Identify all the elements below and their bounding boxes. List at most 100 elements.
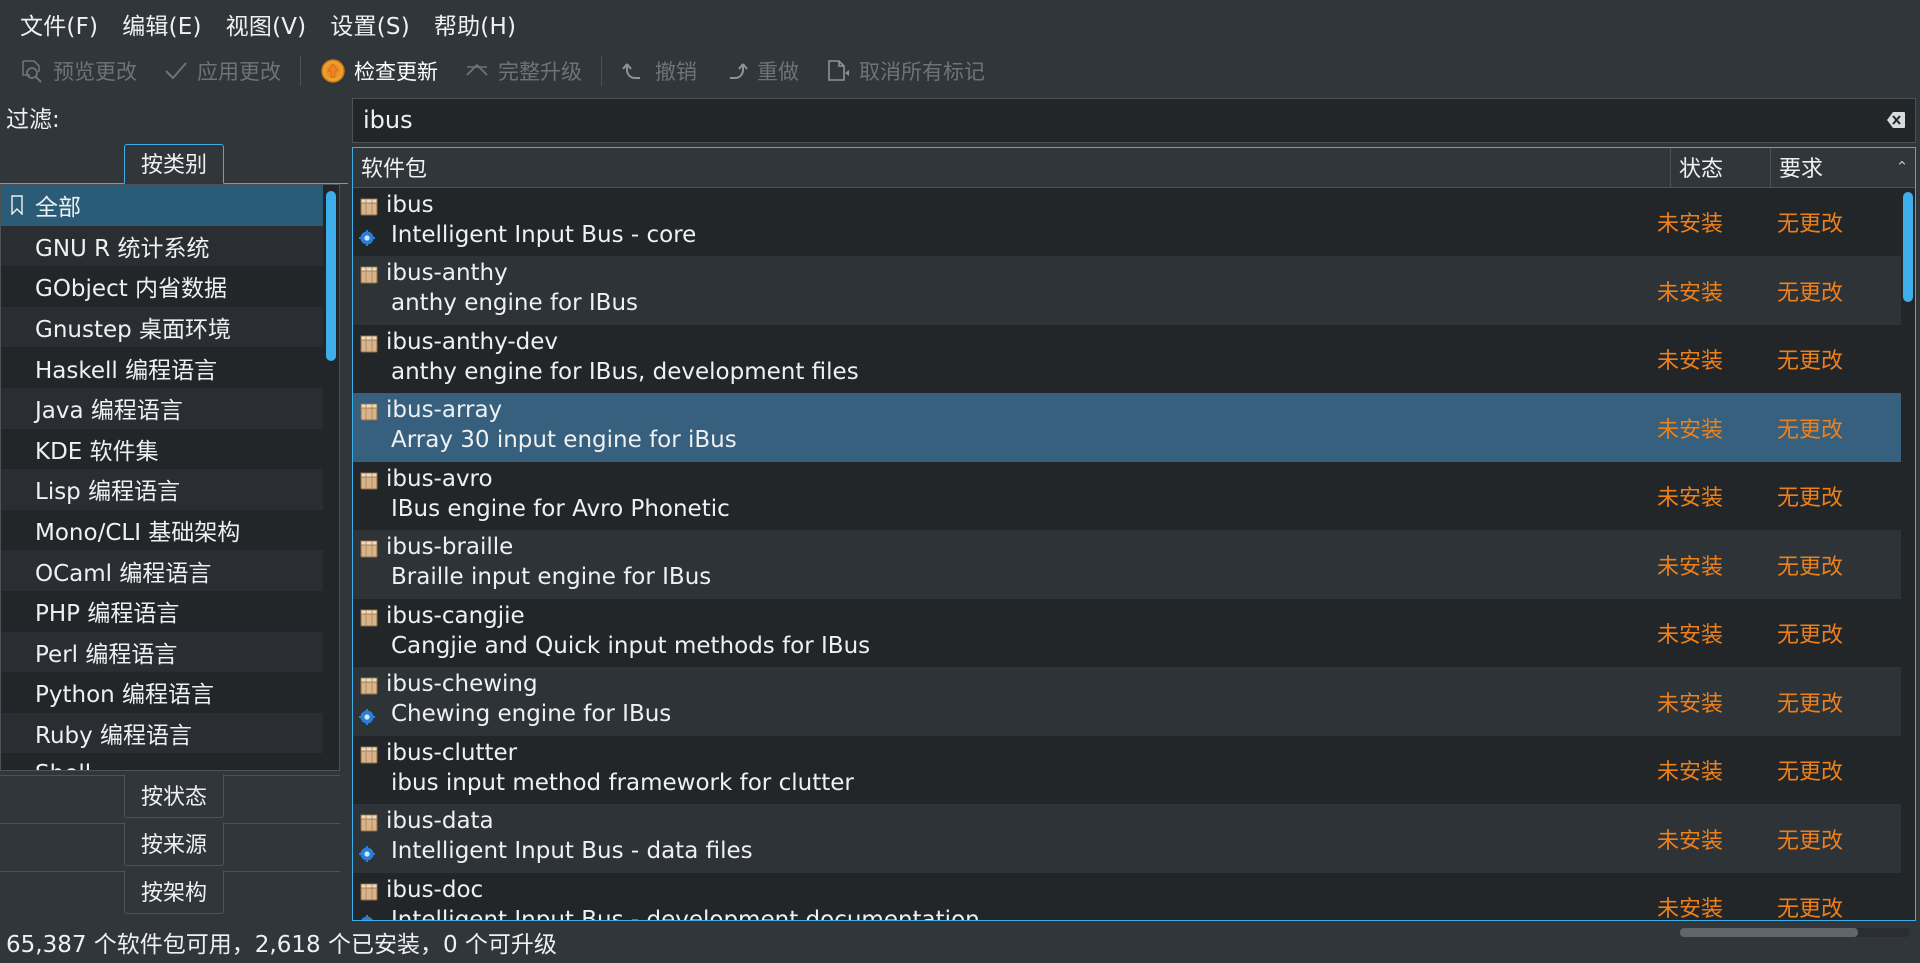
category-list-scrollbar[interactable] xyxy=(325,187,337,768)
category-item[interactable]: Gnustep 桌面环境 xyxy=(1,306,323,348)
bookmark-icon xyxy=(7,195,27,216)
menu-view[interactable]: 视图(V) xyxy=(214,3,319,45)
category-item-label: PHP 编程语言 xyxy=(35,601,180,628)
table-row[interactable]: ibus Intelligent Input Bus - core 未安装 无更改 xyxy=(353,187,1901,257)
btab-row-origin: 按来源 xyxy=(0,822,348,871)
status-badge: 未安装 xyxy=(1656,280,1723,306)
requirement-badge: 无更改 xyxy=(1776,760,1843,786)
package-title: ibus-anthy-dev xyxy=(359,325,1635,357)
magnifier-page-icon xyxy=(19,58,45,84)
package-description: Cangjie and Quick input methods for IBus xyxy=(391,632,871,659)
category-item[interactable]: Mono/CLI 基础架构 xyxy=(1,509,323,551)
category-item[interactable]: Haskell 编程语言 xyxy=(1,347,323,388)
table-row[interactable]: ibus-braille Braille input engine for IBu… xyxy=(353,530,1901,599)
table-row[interactable]: ibus-avro IBus engine for Avro Phonetic 未安… xyxy=(353,461,1901,531)
package-name-cell: ibus Intelligent Input Bus - core xyxy=(353,188,1635,257)
package-list-scrollbar[interactable] xyxy=(1901,187,1915,920)
package-description: Intelligent Input Bus - data files xyxy=(391,838,753,865)
horizontal-scrollbar[interactable] xyxy=(1680,928,1910,937)
undo-button[interactable]: 撤销 xyxy=(608,51,710,91)
table-row[interactable]: ibus-clutter ibus input method framework … xyxy=(353,735,1901,805)
header-requirement[interactable]: 要求 xyxy=(1771,148,1889,187)
package-description: Intelligent Input Bus - core xyxy=(391,221,697,248)
menu-file[interactable]: 文件(F) xyxy=(8,3,110,45)
category-item-label: Shell xyxy=(35,761,91,770)
menu-help[interactable]: 帮助(H) xyxy=(422,3,528,45)
category-item-label: KDE 软件集 xyxy=(35,438,159,465)
table-row[interactable]: ibus-cangjie Cangjie and Quick input meth… xyxy=(353,598,1901,668)
package-box-icon xyxy=(359,879,379,901)
category-item[interactable]: Shell xyxy=(1,753,323,770)
category-item[interactable]: Perl 编程语言 xyxy=(1,631,323,673)
category-item[interactable]: Python 编程语言 xyxy=(1,672,323,713)
category-item-label: Java 编程语言 xyxy=(35,398,183,425)
filter-tabrow: 按类别 xyxy=(0,144,348,184)
check-updates-label: 检查更新 xyxy=(354,60,438,84)
statusbar: 65,387 个软件包可用，2,618 个已安装，0 个可升级 xyxy=(0,921,1920,963)
tab-by-status[interactable]: 按状态 xyxy=(123,774,224,818)
category-item-label: Mono/CLI 基础架构 xyxy=(35,520,241,547)
status-badge: 未安装 xyxy=(1656,417,1723,443)
package-name-cell: ibus-braille Braille input engine for IBu… xyxy=(353,530,1635,599)
table-row[interactable]: ibus-chewing Chewing engine for IBus 未安装 无更… xyxy=(353,667,1901,736)
category-item-label: GNU R 统计系统 xyxy=(35,235,210,262)
apply-changes-button[interactable]: 应用更改 xyxy=(150,51,294,91)
category-item-label: Gnustep 桌面环境 xyxy=(35,317,232,344)
row-end-padding xyxy=(1875,873,1901,920)
package-name: ibus-anthy-dev xyxy=(386,328,558,355)
package-name: ibus-array xyxy=(386,397,503,424)
package-name-cell: ibus-chewing Chewing engine for IBus xyxy=(353,667,1635,736)
category-item[interactable]: Lisp 编程语言 xyxy=(1,469,323,510)
package-name-cell: ibus-cangjie Cangjie and Quick input meth… xyxy=(353,599,1635,668)
status-badge: 未安装 xyxy=(1656,897,1723,920)
tab-by-category[interactable]: 按类别 xyxy=(123,144,224,184)
package-box-icon xyxy=(359,742,379,764)
status-badge: 未安装 xyxy=(1656,691,1723,717)
clear-icon[interactable] xyxy=(1883,107,1909,133)
table-row[interactable]: ibus-data Intelligent Input Bus - data fi… xyxy=(353,804,1901,873)
tab-by-origin[interactable]: 按来源 xyxy=(123,822,224,866)
sort-indicator-icon[interactable]: ⌃ xyxy=(1889,148,1915,187)
horizontal-scrollbar-thumb[interactable] xyxy=(1680,928,1858,937)
table-row[interactable]: ibus-anthy anthy engine for IBus 未安装 无更改 xyxy=(353,256,1901,325)
header-status[interactable]: 状态 xyxy=(1671,147,1771,187)
category-item[interactable]: 全部 xyxy=(1,185,323,226)
unmark-all-button[interactable]: 取消所有标记 xyxy=(812,51,998,91)
package-title: ibus xyxy=(359,188,1635,220)
package-description: IBus engine for Avro Phonetic xyxy=(391,495,730,522)
refresh-up-arrow-icon xyxy=(320,58,346,84)
check-updates-button[interactable]: 检查更新 xyxy=(307,51,451,91)
package-title: ibus-cangjie xyxy=(359,599,1635,631)
menu-settings[interactable]: 设置(S) xyxy=(318,3,422,45)
category-list[interactable]: 全部 GNU R 统计系统 GObject 内省数据 Gnustep 桌面环境 Hask… xyxy=(0,184,340,771)
category-item[interactable]: GNU R 统计系统 xyxy=(1,225,323,267)
table-row[interactable]: ibus-doc Intelligent Input Bus - developm… xyxy=(353,872,1901,920)
filter-label: 过滤: xyxy=(6,107,60,133)
preview-changes-button[interactable]: 预览更改 xyxy=(6,51,150,91)
table-row[interactable]: ibus-anthy-dev anthy engine for IBus, dev… xyxy=(353,324,1901,394)
toolbar-separator-1 xyxy=(300,56,301,86)
package-title: ibus-doc xyxy=(359,873,1635,905)
package-name: ibus-anthy xyxy=(386,260,508,287)
synaptic-package-manager-window: 文件(F) 编辑(E) 视图(V) 设置(S) 帮助(H) 预览更改 应用更改 … xyxy=(0,0,1920,963)
full-upgrade-button[interactable]: 完整升级 xyxy=(451,51,595,91)
menu-edit[interactable]: 编辑(E) xyxy=(110,3,213,45)
category-item[interactable]: OCaml 编程语言 xyxy=(1,550,323,591)
package-scrollbar-thumb[interactable] xyxy=(1903,191,1913,302)
btab-row-architecture: 按架构 xyxy=(0,870,348,919)
package-description: Intelligent Input Bus - development docu… xyxy=(391,906,980,920)
category-item[interactable]: KDE 软件集 xyxy=(1,428,323,470)
category-item[interactable]: Java 编程语言 xyxy=(1,387,323,429)
category-item[interactable]: GObject 内省数据 xyxy=(1,266,323,307)
status-badge: 未安装 xyxy=(1656,623,1723,649)
search-input[interactable] xyxy=(363,106,1883,135)
category-item[interactable]: PHP 编程语言 xyxy=(1,590,323,632)
category-item[interactable]: Ruby 编程语言 xyxy=(1,712,323,754)
redo-button[interactable]: 重做 xyxy=(710,51,812,91)
status-badge: 未安装 xyxy=(1656,554,1723,580)
tab-by-architecture[interactable]: 按架构 xyxy=(123,870,224,914)
table-row[interactable]: ibus-array Array 30 input engine for iBus… xyxy=(353,393,1901,462)
unmark-all-label: 取消所有标记 xyxy=(859,60,985,84)
header-package[interactable]: 软件包 xyxy=(353,147,1671,187)
category-scrollbar-thumb[interactable] xyxy=(326,191,336,361)
